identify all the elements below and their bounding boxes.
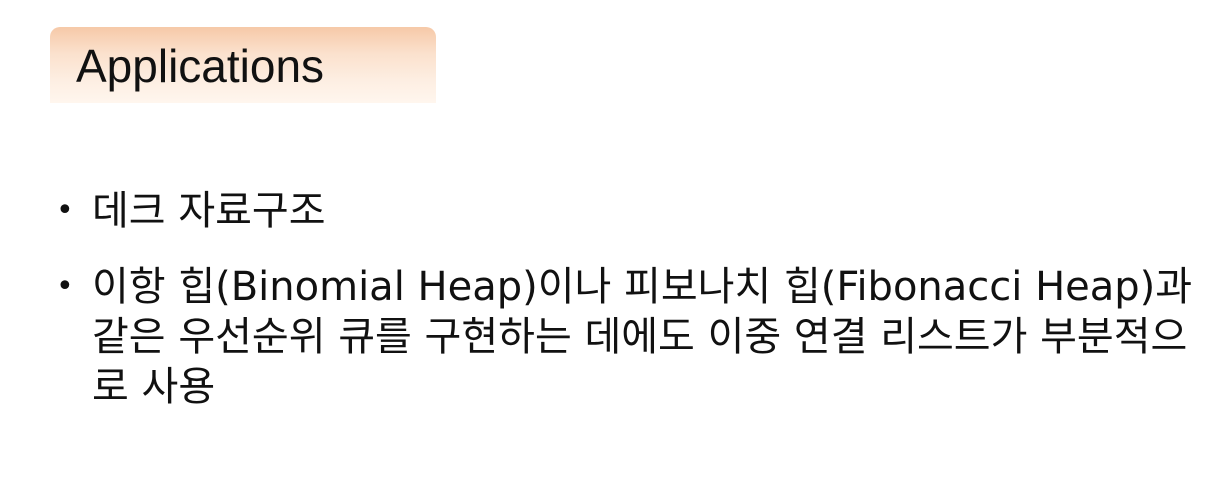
- bullet-list: • 데크 자료구조 • 이항 힙(Binomial Heap)이나 피보나치 힙…: [56, 186, 1196, 438]
- bullet-marker: •: [56, 269, 74, 304]
- bullet-marker: •: [56, 193, 74, 228]
- slide-title: Applications: [76, 40, 325, 92]
- bullet-text: 데크 자료구조: [92, 188, 326, 234]
- list-item: • 이항 힙(Binomial Heap)이나 피보나치 힙(Fibonacci…: [56, 262, 1196, 412]
- bullet-text: 이항 힙(Binomial Heap)이나 피보나치 힙(Fibonacci H…: [92, 264, 1193, 410]
- title-banner: Applications: [50, 27, 436, 103]
- list-item: • 데크 자료구조: [56, 186, 1196, 236]
